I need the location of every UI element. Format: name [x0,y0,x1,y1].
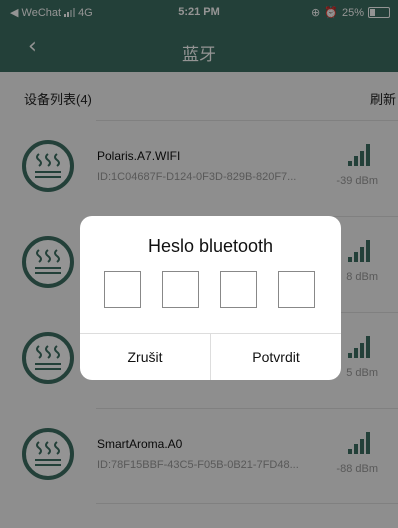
pin-digit-1[interactable] [104,271,141,308]
cancel-button[interactable]: Zrušit [80,333,210,380]
bluetooth-password-dialog: Heslo bluetooth Zrušit Potvrdit [80,216,341,380]
pin-digit-4[interactable] [278,271,315,308]
pin-digit-3[interactable] [220,271,257,308]
pin-digit-2[interactable] [162,271,199,308]
confirm-button[interactable]: Potvrdit [211,333,341,380]
pin-input-row [104,271,318,311]
dialog-title: Heslo bluetooth [147,236,274,256]
